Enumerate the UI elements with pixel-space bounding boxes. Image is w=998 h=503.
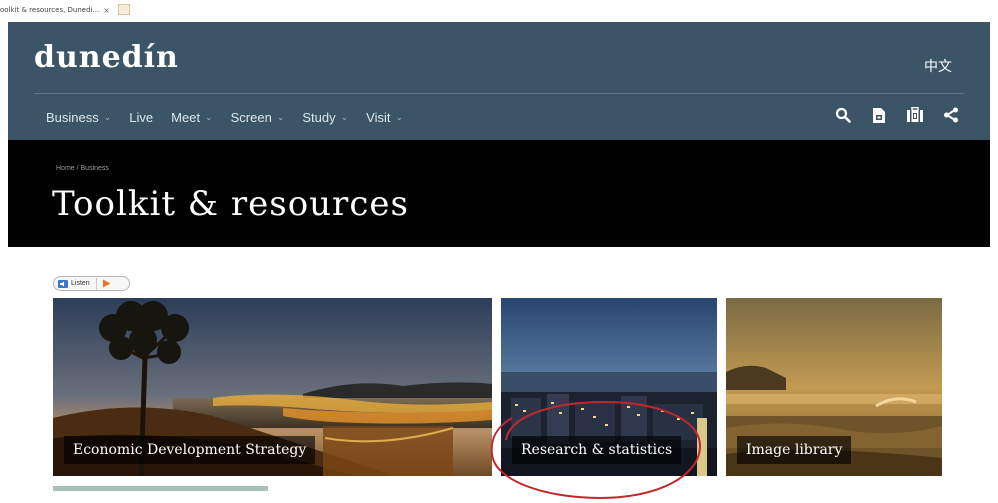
page-title: Toolkit & resources xyxy=(52,184,409,224)
tile-research-statistics[interactable]: Research & statistics xyxy=(501,298,717,476)
nav-item-label: Study xyxy=(302,110,336,125)
listen-button[interactable]: Listen xyxy=(53,276,130,291)
nav-item-screen[interactable]: Screen ⌄ xyxy=(231,110,285,125)
briefcase-icon[interactable] xyxy=(906,106,924,124)
nav-item-live[interactable]: Live xyxy=(129,110,153,125)
nav-item-meet[interactable]: Meet ⌄ xyxy=(171,110,212,125)
site-logo[interactable]: dunedín xyxy=(34,40,179,75)
nav-item-label: Visit xyxy=(366,110,391,125)
nav-item-label: Business xyxy=(46,110,99,125)
tile-image-library[interactable]: Image library xyxy=(726,298,942,476)
site-header: dunedín 中文 Business ⌄ Live Meet ⌄ Screen ⌄ … xyxy=(8,22,990,140)
play-icon xyxy=(102,279,111,288)
search-icon[interactable] xyxy=(834,106,852,124)
breadcrumb[interactable]: Home / Business xyxy=(56,165,109,172)
chevron-down-icon: ⌄ xyxy=(205,112,213,122)
nav-item-label: Screen xyxy=(230,110,272,125)
nav-item-business[interactable]: Business ⌄ xyxy=(46,110,111,125)
header-divider xyxy=(34,93,964,94)
language-link[interactable]: 中文 xyxy=(924,56,952,76)
header-tools xyxy=(834,106,960,124)
document-icon[interactable] xyxy=(870,106,888,124)
listen-divider xyxy=(95,277,97,290)
browser-tab[interactable]: oolkit & resources, Dunedi... × xyxy=(0,3,110,17)
nav-item-label: Live xyxy=(129,110,154,125)
chevron-down-icon: ⌄ xyxy=(276,112,285,122)
tile-label: Economic Development Strategy xyxy=(64,436,316,464)
chevron-down-icon: ⌄ xyxy=(340,112,349,122)
tile-underline xyxy=(53,486,268,491)
page-banner: Home / Business Toolkit & resources xyxy=(8,140,990,247)
share-icon[interactable] xyxy=(942,106,960,124)
tile-label: Image library xyxy=(737,436,852,464)
speaker-icon xyxy=(58,279,68,288)
listen-label: Listen xyxy=(71,280,90,287)
new-tab-button[interactable] xyxy=(118,4,130,15)
tile-label: Research & statistics xyxy=(512,436,682,464)
browser-tab-strip: oolkit & resources, Dunedi... × xyxy=(0,0,998,20)
nav-item-visit[interactable]: Visit ⌄ xyxy=(366,110,403,125)
nav-item-label: Meet xyxy=(171,110,201,125)
tile-economic-development-strategy[interactable]: Economic Development Strategy xyxy=(53,298,492,476)
browser-tab-title: oolkit & resources, Dunedi... xyxy=(0,6,100,14)
close-icon[interactable]: × xyxy=(103,6,110,15)
chevron-down-icon: ⌄ xyxy=(395,112,404,122)
nav-item-study[interactable]: Study ⌄ xyxy=(302,110,348,125)
chevron-down-icon: ⌄ xyxy=(103,112,112,122)
main-nav: Business ⌄ Live Meet ⌄ Screen ⌄ Study ⌄ Visi… xyxy=(46,110,421,125)
